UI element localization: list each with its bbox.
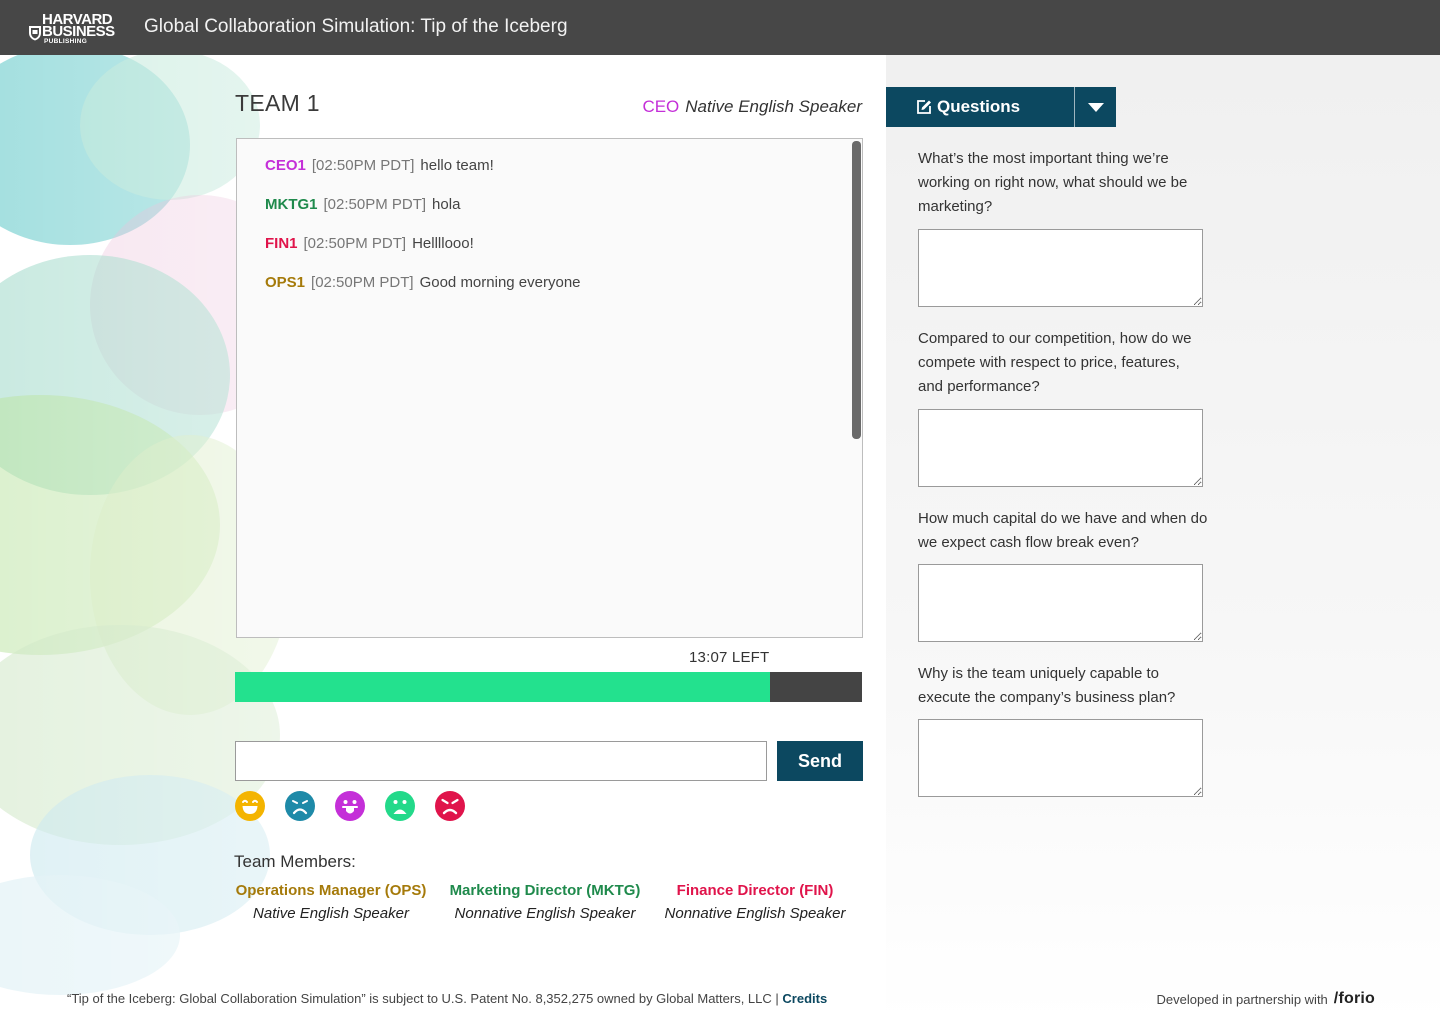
questions-dropdown-button[interactable]: [1075, 87, 1116, 127]
time-remaining-label: 13:07 LEFT: [689, 649, 770, 666]
partner-notice: Developed in partnership with /forio: [1157, 990, 1375, 1008]
chat-message: MKTG1 [02:50PM PDT] hola: [265, 196, 460, 213]
chat-message: FIN1 [02:50PM PDT] Hellllooo!: [265, 235, 474, 252]
my-language: Native English Speaker: [685, 97, 862, 116]
patent-notice: “Tip of the Iceberg: Global Collaboratio…: [67, 991, 827, 1006]
message-text: Good morning everyone: [419, 274, 581, 291]
team-member-ops: Operations Manager (OPS) Native English …: [231, 882, 431, 922]
question-2-answer[interactable]: [918, 409, 1203, 487]
team-title: TEAM 1: [235, 90, 320, 116]
caret-down-icon: [1088, 103, 1104, 112]
questions-button-label: Questions: [937, 97, 1021, 116]
message-time: [02:50PM PDT]: [323, 196, 427, 213]
question-4-text: Why is the team uniquely capable to exec…: [918, 665, 1176, 706]
question-3-answer[interactable]: [918, 564, 1203, 642]
member-language: Nonnative English Speaker: [664, 905, 846, 922]
member-language: Native English Speaker: [253, 905, 409, 922]
app-title: Global Collaboration Simulation: Tip of …: [144, 16, 568, 37]
message-text: Hellllooo!: [412, 235, 474, 252]
time-remaining-bar: [235, 672, 862, 702]
grinning-face-icon[interactable]: [235, 791, 265, 821]
credits-link[interactable]: Credits: [782, 991, 827, 1006]
member-role: Operations Manager (OPS): [235, 882, 427, 899]
edit-icon: [917, 100, 931, 114]
team-member-mktg: Marketing Director (MKTG) Nonnative Engl…: [440, 882, 650, 922]
member-language: Nonnative English Speaker: [454, 905, 636, 922]
my-role-info: CEO Native English Speaker: [642, 97, 862, 117]
top-bar: HARVARD BUSINESS PUBLISHING Global Colla…: [0, 0, 1440, 55]
sad-face-icon[interactable]: [285, 791, 315, 821]
angry-face-icon[interactable]: [435, 791, 465, 821]
member-role: Finance Director (FIN): [676, 882, 834, 899]
message-text: hello team!: [420, 157, 494, 174]
message-time: [02:50PM PDT]: [311, 157, 415, 174]
message-sender: CEO1: [265, 157, 306, 174]
time-remaining-fill: [235, 672, 770, 702]
message-text: hola: [432, 196, 461, 213]
message-time: [02:50PM PDT]: [303, 235, 407, 252]
message-sender: OPS1: [265, 274, 306, 291]
chat-message: CEO1 [02:50PM PDT] hello team!: [265, 157, 494, 174]
question-4-answer[interactable]: [918, 719, 1203, 797]
forio-logo[interactable]: /forio: [1334, 990, 1375, 1008]
frowning-face-icon[interactable]: [385, 791, 415, 821]
my-role: CEO: [642, 97, 680, 116]
question-1-text: What’s the most important thing we’re wo…: [918, 150, 1188, 215]
logo-line-3: PUBLISHING: [44, 38, 88, 45]
chat-message-input[interactable]: [235, 741, 767, 781]
logo-line-2: BUSINESS: [42, 23, 115, 40]
message-time: [02:50PM PDT]: [311, 274, 414, 291]
team-member-fin: Finance Director (FIN) Nonnative English…: [655, 882, 855, 922]
chat-scrollbar[interactable]: [852, 141, 861, 439]
chat-log[interactable]: CEO1 [02:50PM PDT] hello team! MKTG1 [02:50…: [236, 138, 863, 638]
question-1-answer[interactable]: [918, 229, 1203, 307]
question-3-text: How much capital do we have and when do …: [918, 510, 1208, 551]
questions-button[interactable]: Questions: [886, 87, 1074, 127]
tongue-out-face-icon[interactable]: [335, 791, 365, 821]
harvard-business-publishing-logo[interactable]: HARVARD BUSINESS PUBLISHING: [28, 12, 124, 46]
partner-text: Developed in partnership with: [1156, 991, 1328, 1007]
message-sender: MKTG1: [265, 196, 318, 213]
send-button[interactable]: Send: [777, 741, 863, 781]
message-sender: FIN1: [265, 235, 298, 252]
question-2-text: Compared to our competition, how do we c…: [918, 330, 1192, 395]
member-role: Marketing Director (MKTG): [449, 882, 641, 899]
patent-text: “Tip of the Iceberg: Global Collaboratio…: [67, 991, 779, 1006]
shield-icon: [29, 26, 41, 41]
chat-message: OPS1 [02:50PM PDT] Good morning everyone: [265, 274, 581, 291]
team-members-heading: Team Members:: [234, 852, 356, 871]
